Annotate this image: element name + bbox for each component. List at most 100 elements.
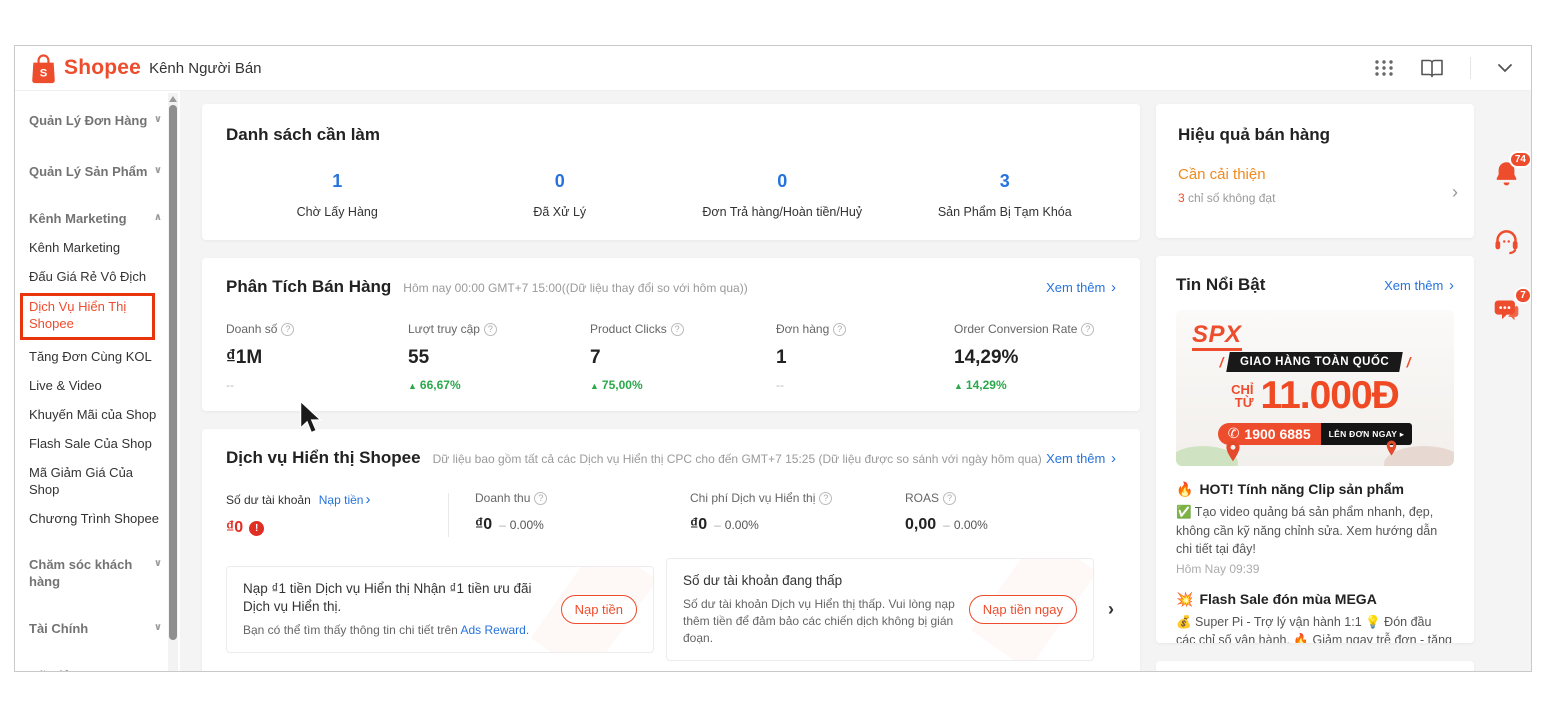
sidebar-item-customer-care[interactable]: Chăm sóc khách hàng ∨: [29, 557, 162, 591]
support-headset-icon[interactable]: [1493, 228, 1520, 260]
notification-bell-icon[interactable]: 74: [1493, 160, 1520, 192]
burst-icon: 💥: [1176, 591, 1193, 608]
metric-label: ROAS: [905, 491, 939, 505]
ads-metric-roas: ROAS? 0,00 –0.00%: [905, 491, 1116, 534]
todo-stat-locked-products[interactable]: 3 Sản Phẩm Bị Tạm Khóa: [894, 171, 1117, 219]
metric-delta: 0.00%: [725, 518, 759, 532]
sales-analysis-title: Phân Tích Bán Hàng: [226, 277, 391, 297]
sidebar-item-shopee-program[interactable]: Chương Trình Shopee: [29, 511, 162, 528]
news-see-more-link[interactable]: Xem thêm ›: [1384, 277, 1454, 294]
up-trend-icon: ▲: [408, 381, 417, 391]
scrollbar-thumb[interactable]: [169, 105, 177, 640]
metric-delta: 0.00%: [510, 518, 544, 532]
chevron-right-icon: ›: [1111, 279, 1116, 296]
chevron-up-icon: ∧: [154, 668, 162, 672]
shopee-logo[interactable]: S Shopee: [29, 53, 141, 84]
sidebar-item-data[interactable]: Dữ Liệu ∧: [29, 668, 162, 672]
sidebar-item-label: Dữ Liệu: [29, 668, 78, 672]
sidebar-item-finance[interactable]: Tài Chính ∨: [29, 621, 162, 638]
sales-see-more-link[interactable]: Xem thêm ›: [1046, 279, 1116, 296]
help-icon[interactable]: ?: [833, 323, 846, 336]
promo-title: Số dư tài khoản đang thấp: [683, 572, 957, 590]
ribbon-slash-icon: /: [1407, 354, 1411, 370]
news-item-flash-sale-mega[interactable]: 💥Flash Sale đón mùa MEGA 💰 Super Pi - Tr…: [1176, 591, 1454, 643]
metric-conversion-rate: Order Conversion Rate? 14,29% ▲14,29%: [954, 322, 1116, 392]
promo-carousel-next-icon[interactable]: ›: [1106, 599, 1116, 620]
metric-label: Chi phí Dịch vụ Hiển thị: [690, 491, 815, 505]
sidebar-item-label: Tài Chính: [29, 621, 88, 638]
sidebar-scrollbar[interactable]: [168, 93, 178, 671]
chat-icon[interactable]: 7: [1493, 296, 1520, 328]
failed-metric-count: 3: [1178, 191, 1185, 205]
promo-title: Nạp ₫1 tiền Dịch vụ Hiển thị Nhận ₫1 tiề…: [243, 580, 549, 616]
help-icon[interactable]: ?: [281, 323, 294, 336]
chevron-down-icon: ∨: [154, 621, 162, 638]
spx-promo-banner[interactable]: SPX / GIAO HÀNG TOÀN QUỐC / CHỈ TỪ 11.00…: [1176, 310, 1454, 466]
ads-reward-link[interactable]: Ads Reward.: [460, 623, 529, 637]
metric-value: ₫1M: [226, 347, 408, 369]
sidebar-item-marketing-channel-sub[interactable]: Kênh Marketing: [29, 240, 162, 257]
floating-icon-strip: 74 7: [1490, 104, 1523, 672]
ads-see-more-link[interactable]: Xem thêm ›: [1046, 450, 1116, 467]
book-icon[interactable]: [1420, 58, 1444, 79]
map-pin-icon: [1224, 440, 1242, 462]
sidebar-item-shop-flash-sale[interactable]: Flash Sale Của Shop: [29, 436, 162, 453]
see-more-label: Xem thêm: [1046, 451, 1105, 466]
todo-card: Danh sách cần làm 1 Chờ Lấy Hàng 0 Đã Xử…: [202, 104, 1140, 240]
sidebar-item-shop-promotion[interactable]: Khuyến Mãi của Shop: [29, 407, 162, 424]
account-chevron-down-icon[interactable]: [1497, 63, 1513, 73]
apps-grid-icon[interactable]: [1374, 58, 1394, 78]
chevron-down-icon: ∨: [154, 113, 162, 130]
map-pin-icon: [1385, 440, 1398, 456]
sidebar-item-marketing-channel[interactable]: Kênh Marketing ∧: [29, 211, 162, 228]
help-icon[interactable]: ?: [943, 492, 956, 505]
balance-value: ₫0: [226, 519, 243, 537]
shopee-bag-icon: S: [29, 53, 58, 84]
sidebar-item-kol[interactable]: Tăng Đơn Cùng KOL: [29, 349, 162, 366]
metric-value: 14,29%: [954, 347, 1116, 369]
spx-logo: SPX: [1192, 322, 1242, 350]
sidebar-item-shop-voucher[interactable]: Mã Giảm Giá Của Shop: [29, 465, 162, 499]
help-icon[interactable]: ?: [534, 492, 547, 505]
todo-stat-processed[interactable]: 0 Đã Xử Lý: [449, 171, 672, 219]
chevron-down-icon: ∨: [154, 164, 162, 181]
sidebar-nav: Quản Lý Đơn Hàng ∨ Quản Lý Sản Phẩm ∨ Kê…: [15, 91, 180, 672]
help-icon[interactable]: ?: [484, 323, 497, 336]
topup-link[interactable]: Nạp tiền›: [319, 491, 371, 508]
sidebar-item-product-management[interactable]: Quản Lý Sản Phẩm ∨: [29, 164, 162, 181]
news-item-desc: 💰 Super Pi - Trợ lý vận hành 1:1 💡 Đón đ…: [1176, 613, 1454, 643]
help-icon[interactable]: ?: [1081, 323, 1094, 336]
chevron-down-icon: ∨: [154, 557, 162, 591]
featured-news-card: Tin Nổi Bật Xem thêm › SPX / GIAO HÀNG T…: [1156, 256, 1474, 643]
sidebar-item-label: Chăm sóc khách hàng: [29, 557, 150, 591]
see-more-label: Xem thêm: [1384, 278, 1443, 293]
news-item-clip-feature[interactable]: 🔥HOT! Tính năng Clip sản phẩm ✅ Tạo vide…: [1176, 481, 1454, 575]
balance-label: Số dư tài khoản: [226, 493, 311, 507]
sidebar-item-order-management[interactable]: Quản Lý Đơn Hàng ∨: [29, 113, 162, 130]
metric-delta: --: [776, 378, 954, 392]
sidebar-item-live-video[interactable]: Live & Video: [29, 378, 162, 395]
topup-button[interactable]: Nạp tiền: [561, 595, 637, 624]
chat-badge: 7: [1514, 287, 1532, 304]
todo-stat-returns[interactable]: 0 Đơn Trả hàng/Hoàn tiền/Huỷ: [671, 171, 894, 219]
ads-balance: Số dư tài khoản Nạp tiền› ₫0 !: [226, 491, 448, 537]
sidebar-item-label: Kênh Marketing: [29, 211, 127, 228]
sales-performance-card: Hiệu quả bán hàng Cần cải thiện 3 chỉ số…: [1156, 104, 1474, 238]
sidebar-item-auction[interactable]: Đấu Giá Rẻ Vô Địch: [29, 269, 162, 286]
up-trend-icon: ▲: [590, 381, 599, 391]
performance-chevron-right-icon[interactable]: ›: [1452, 182, 1458, 203]
topup-now-button[interactable]: Nạp tiền ngay: [969, 595, 1077, 624]
warning-icon: !: [249, 521, 264, 536]
help-icon[interactable]: ?: [671, 323, 684, 336]
ads-promo-low-balance: Số dư tài khoản đang thấp Số dư tài khoả…: [666, 558, 1094, 661]
metric-delta: --: [226, 378, 408, 392]
todo-stat-to-pickup[interactable]: 1 Chờ Lấy Hàng: [226, 171, 449, 219]
up-trend-icon: ▲: [954, 381, 963, 391]
todo-stat-label: Đã Xử Lý: [449, 205, 672, 219]
metric-visits: Lượt truy cập? 55 ▲66,67%: [408, 322, 590, 392]
help-icon[interactable]: ?: [819, 492, 832, 505]
todo-stat-value: 0: [671, 171, 894, 192]
scrollbar-up-arrow[interactable]: [169, 96, 177, 102]
metric-product-clicks: Product Clicks? 7 ▲75,00%: [590, 322, 776, 392]
sidebar-item-shopee-ads[interactable]: Dịch Vụ Hiển Thị Shopee: [29, 299, 148, 333]
